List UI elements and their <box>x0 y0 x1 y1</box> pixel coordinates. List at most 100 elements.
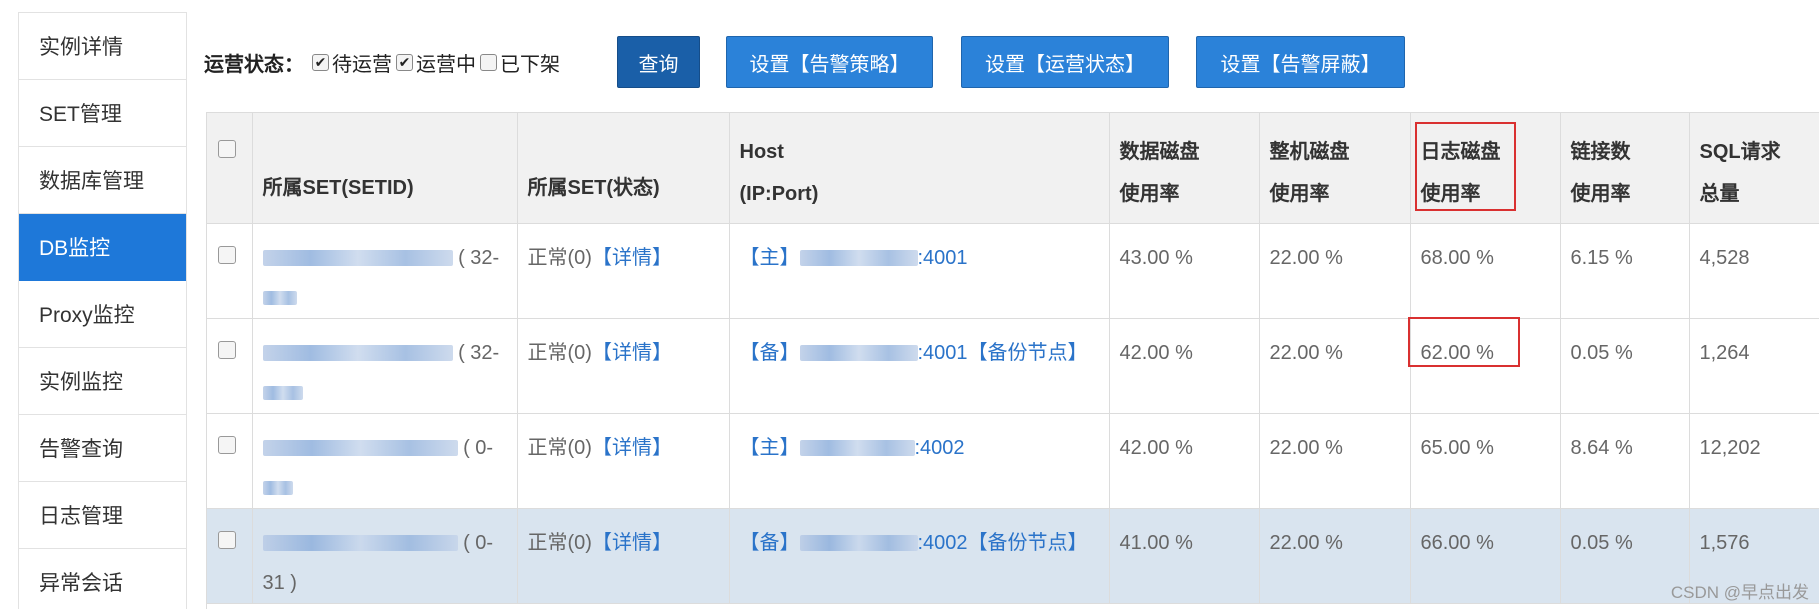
checkbox-running-box[interactable]: ✔ <box>396 53 413 71</box>
host-port[interactable]: :4002 <box>915 437 965 459</box>
col-header-sql-line1: SQL请求 <box>1699 141 1781 163</box>
select-all-cell <box>207 113 253 224</box>
status-filter-label: 运营状态： <box>204 53 304 76</box>
backup-node-link[interactable]: 【备份节点】 <box>968 532 1088 554</box>
col-header-sql[interactable]: SQL请求 总量 <box>1689 113 1819 224</box>
detail-link[interactable]: 【详情】 <box>592 342 672 364</box>
sidebar-item-set-management[interactable]: SET管理 <box>19 80 186 147</box>
log-disk-usage: 68.00 % <box>1410 223 1561 319</box>
table-header-row: 所属SET(SETID) 所属SET(状态) Host (IP:Port) 数据… <box>207 113 1819 224</box>
set-status: 正常(0) <box>527 531 592 554</box>
row-checkbox[interactable] <box>218 245 236 264</box>
checkbox-offline-label: 已下架 <box>500 53 560 76</box>
backup-node-link[interactable]: 【备份节点】 <box>968 342 1088 364</box>
col-header-machine-disk[interactable]: 整机磁盘 使用率 <box>1259 113 1411 224</box>
redacted-ip <box>799 345 918 362</box>
host-role[interactable]: 【备】 <box>740 532 800 554</box>
conn-usage: 0.05 % <box>1560 508 1690 604</box>
checkbox-pending-box[interactable]: ✔ <box>312 53 329 71</box>
set-id-suffix-line2: 31 ) <box>262 571 297 594</box>
sidebar-item-instance-detail[interactable]: 实例详情 <box>19 13 186 80</box>
col-header-set-status[interactable]: 所属SET(状态) <box>517 113 730 224</box>
col-header-data-disk-line1: 数据磁盘 <box>1119 141 1200 163</box>
col-header-conn-line1: 链接数 <box>1570 141 1631 163</box>
checkbox-pending[interactable]: ✔ 待运营 <box>312 48 392 77</box>
host-port[interactable]: :4002 <box>918 532 968 554</box>
redacted-set-id <box>262 481 293 496</box>
host-port[interactable]: :4001 <box>918 247 968 269</box>
set-status: 正常(0) <box>527 246 592 269</box>
data-disk-usage: 42.00 % <box>1109 413 1260 509</box>
sidebar-item-alarm-query[interactable]: 告警查询 <box>19 415 186 482</box>
sidebar-item-abnormal-session[interactable]: 异常会话 <box>19 549 186 609</box>
checkbox-offline-box[interactable] <box>480 53 497 71</box>
redacted-set-id <box>262 440 458 457</box>
redacted-set-id <box>262 250 453 267</box>
conn-usage: 0.05 % <box>1560 318 1690 414</box>
redacted-ip <box>799 250 918 267</box>
col-header-host[interactable]: Host (IP:Port) <box>729 113 1110 224</box>
conn-usage: 6.15 % <box>1560 223 1690 319</box>
redacted-set-id <box>262 291 297 306</box>
row-checkbox[interactable] <box>218 435 236 454</box>
table-row-selected[interactable]: ( 0- 31 ) 正常(0)【详情】 【备】:4002【备份节点】 41.00… <box>207 508 1819 604</box>
col-header-set-id[interactable]: 所属SET(SETID) <box>252 113 518 224</box>
detail-link[interactable]: 【详情】 <box>592 532 672 554</box>
data-disk-usage: 43.00 % <box>1109 223 1260 319</box>
select-all-checkbox[interactable] <box>218 140 236 158</box>
detail-link[interactable]: 【详情】 <box>592 437 672 459</box>
sql-total: 1,264 <box>1689 318 1819 414</box>
db-monitor-table: 所属SET(SETID) 所属SET(状态) Host (IP:Port) 数据… <box>206 112 1819 609</box>
sidebar-item-database-management[interactable]: 数据库管理 <box>19 147 186 214</box>
query-button[interactable]: 查询 <box>617 36 700 88</box>
set-alarm-mask-button[interactable]: 设置【告警屏蔽】 <box>1196 36 1405 88</box>
redacted-set-id <box>262 535 458 552</box>
col-header-machine-disk-line2: 使用率 <box>1269 183 1330 205</box>
host-port[interactable]: :4001 <box>918 342 968 364</box>
log-disk-usage: 62.00 % <box>1410 318 1561 414</box>
machine-disk-usage: 22.00 % <box>1259 223 1411 319</box>
col-header-machine-disk-line1: 整机磁盘 <box>1269 141 1350 163</box>
checkbox-pending-label: 待运营 <box>332 53 392 76</box>
host-role[interactable]: 【备】 <box>740 342 800 364</box>
table-row[interactable]: ( 32- 正常(0)【详情】 【备】:4001【备份节点】 42.00 % 2… <box>207 318 1819 414</box>
redacted-set-id <box>262 386 303 401</box>
row-checkbox[interactable] <box>218 530 236 549</box>
sidebar-item-instance-monitor[interactable]: 实例监控 <box>19 348 186 415</box>
table-row[interactable]: ( 0- 正常(0)【详情】 【主】:4002 42.00 % 22.00 % … <box>207 413 1819 509</box>
set-alarm-policy-button[interactable]: 设置【告警策略】 <box>726 36 933 88</box>
col-header-sql-line2: 总量 <box>1699 183 1740 205</box>
row-checkbox[interactable] <box>218 340 236 359</box>
table-row[interactable]: ( 32- 正常(0)【详情】 【主】:4001 43.00 % 22.00 %… <box>207 223 1819 319</box>
col-header-log-disk-line2: 使用率 <box>1420 183 1481 205</box>
machine-disk-usage: 22.00 % <box>1259 413 1411 509</box>
set-status: 正常(0) <box>527 341 592 364</box>
col-header-host-line1: Host <box>739 141 784 163</box>
sql-total: 4,528 <box>1689 223 1819 319</box>
host-role[interactable]: 【主】 <box>740 247 800 269</box>
sql-total: 12,202 <box>1689 413 1819 509</box>
redacted-set-id <box>262 345 453 362</box>
redacted-ip <box>799 440 915 457</box>
set-status: 正常(0) <box>527 436 592 459</box>
redacted-ip <box>799 535 918 552</box>
col-header-data-disk[interactable]: 数据磁盘 使用率 <box>1109 113 1260 224</box>
col-header-log-disk[interactable]: 日志磁盘 使用率 <box>1410 113 1561 224</box>
host-role[interactable]: 【主】 <box>740 437 800 459</box>
sidebar-nav: 实例详情 SET管理 数据库管理 DB监控 Proxy监控 实例监控 告警查询 … <box>18 12 187 609</box>
set-ops-status-button[interactable]: 设置【运营状态】 <box>961 36 1169 88</box>
set-id-suffix: ( 0- <box>463 531 494 554</box>
sidebar-item-proxy-monitor[interactable]: Proxy监控 <box>19 281 186 348</box>
col-header-conn-line2: 使用率 <box>1570 183 1631 205</box>
status-filter: 运营状态： ✔ 待运营 ✔ 运营中 已下架 <box>204 34 564 90</box>
checkbox-running[interactable]: ✔ 运营中 <box>396 48 476 77</box>
sidebar-item-log-management[interactable]: 日志管理 <box>19 482 186 549</box>
col-header-data-disk-line2: 使用率 <box>1119 183 1180 205</box>
detail-link[interactable]: 【详情】 <box>592 247 672 269</box>
col-header-conn[interactable]: 链接数 使用率 <box>1560 113 1690 224</box>
watermark: CSDN @早点出发 <box>1670 583 1809 602</box>
sidebar-item-db-monitor[interactable]: DB监控 <box>19 214 186 281</box>
machine-disk-usage: 22.00 % <box>1259 508 1411 604</box>
checkbox-offline[interactable]: 已下架 <box>480 48 560 77</box>
machine-disk-usage: 22.00 % <box>1259 318 1411 414</box>
